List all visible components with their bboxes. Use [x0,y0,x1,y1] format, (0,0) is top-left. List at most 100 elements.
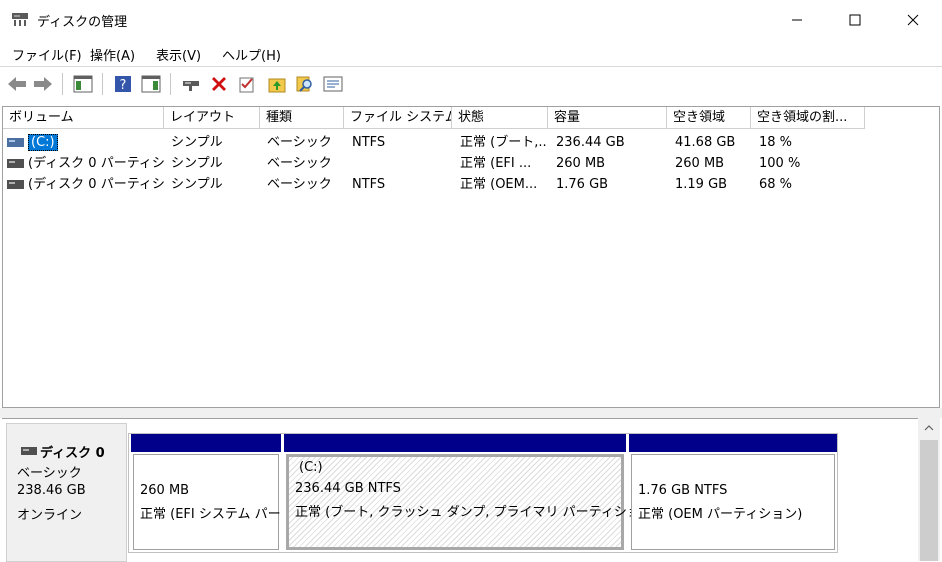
table-row[interactable]: (ディスク 0 パーティショ... シンプル ベーシック 正常 (EFI ...… [3,153,939,174]
cell-status: 正常 (ブート,... [460,135,548,150]
menu-action[interactable]: 操作(A) [90,45,135,64]
column-header-layout[interactable]: レイアウト [164,107,260,129]
window-title: ディスクの管理 [37,15,128,30]
cell-free-percent: 68 % [759,177,793,192]
cell-free-percent: 100 % [759,156,801,171]
menu-file[interactable]: ファイル(F) [12,45,82,64]
disk-map-scrollbar[interactable] [918,418,940,561]
cell-filesystem: NTFS [352,135,386,150]
disk-label-panel[interactable]: ディスク 0 ベーシック 238.46 GB オンライン [6,423,127,562]
cell-volume: (ディスク 0 パーティショ... [28,177,164,192]
title-bar: ディスクの管理 [0,0,942,40]
column-header-status[interactable]: 状態 [452,107,548,129]
cell-free-percent: 18 % [759,135,793,150]
column-header-free-percent[interactable]: 空き領域の割... [751,107,865,129]
partition-c[interactable]: (C:) 236.44 GB NTFS 正常 (ブート, クラッシュ ダンプ, … [284,434,658,552]
table-row[interactable]: (C:) シンプル ベーシック NTFS 正常 (ブート,... 236.44 … [3,132,939,153]
cell-status: 正常 (OEM... [460,177,538,192]
console-tree-icon [73,75,93,93]
volume-icon [7,180,24,189]
partition-body: 260 MB 正常 (EFI システム パー [133,454,280,550]
partition-bar [284,434,626,452]
properties-list-icon [323,76,343,92]
folder-up-button[interactable] [266,73,288,95]
properties-list-button[interactable] [322,73,344,95]
column-header-free-space[interactable]: 空き領域 [667,107,751,129]
forward-button[interactable] [32,73,54,95]
action-pane-button[interactable] [140,73,162,95]
maximize-button[interactable] [826,0,884,40]
cell-volume: (ディスク 0 パーティショ... [28,156,164,171]
search-folder-button[interactable] [294,73,316,95]
search-folder-icon [296,76,312,92]
volume-icon [7,138,24,147]
folder-up-icon [268,78,286,93]
partition-bar [131,434,281,452]
cell-type: ベーシック [267,177,332,192]
column-header-volume[interactable]: ボリューム [3,107,164,129]
chevron-up-icon [924,425,934,431]
partition-status: 正常 (OEM パーティション) [638,507,803,522]
cell-type: ベーシック [267,135,332,150]
disk-map-pane: ディスク 0 ベーシック 238.46 GB オンライン 260 MB 正常 (… [2,418,940,562]
selected-volume-label: (C:) [28,134,58,151]
volume-list[interactable]: ボリューム レイアウト 種類 ファイル システム 状態 容量 空き領域 空き領域… [2,106,940,408]
scroll-up-button[interactable] [918,418,940,438]
console-tree-button[interactable] [72,73,94,95]
partition-size: 1.76 GB NTFS [638,483,728,498]
cell-free-space: 1.19 GB [675,177,728,192]
partition-size: 236.44 GB NTFS [295,481,401,496]
minimize-button[interactable] [768,0,826,40]
back-icon [8,77,26,91]
partition-size: 260 MB [140,483,190,498]
cell-volume: (C:) [28,132,162,153]
minimize-icon [792,19,802,21]
cell-layout: シンプル [171,156,223,171]
column-header-capacity[interactable]: 容量 [548,107,667,129]
cell-status: 正常 (EFI ... [460,156,532,171]
close-button[interactable] [884,0,942,40]
partition-title: (C:) [299,460,323,475]
action-pane-icon [141,75,161,93]
partition-body-selected: (C:) 236.44 GB NTFS 正常 (ブート, クラッシュ ダンプ, … [286,454,658,550]
toolbar-separator [62,73,63,95]
cell-filesystem [352,153,452,174]
forward-icon [34,77,52,91]
cell-free-space: 260 MB [675,156,725,171]
column-header-filesystem[interactable]: ファイル システム [344,107,452,129]
cell-free-space: 41.68 GB [675,135,736,150]
check-icon [239,77,254,93]
partition-status: 正常 (ブート, クラッシュ ダンプ, プライマリ パーティション) [295,505,658,520]
partition-status: 正常 (EFI システム パー [140,507,280,522]
toolbar-separator [170,73,171,95]
cell-filesystem: NTFS [352,177,386,192]
delete-icon [212,77,226,91]
disk-management-app-icon [12,13,28,26]
menu-view[interactable]: 表示(V) [156,45,201,64]
partition-oem[interactable]: 1.76 GB NTFS 正常 (OEM パーティション) [629,434,837,552]
table-row[interactable]: (ディスク 0 パーティショ... シンプル ベーシック NTFS 正常 (OE… [3,174,939,195]
delete-button[interactable] [208,73,230,95]
cell-layout: シンプル [171,177,223,192]
partition-strip: 260 MB 正常 (EFI システム パー (C:) 236.44 GB NT… [128,433,838,553]
partition-efi[interactable]: 260 MB 正常 (EFI システム パー [131,434,281,552]
partition-body: 1.76 GB NTFS 正常 (OEM パーティション) [631,454,835,550]
cell-type: ベーシック [267,156,332,171]
disk-icon [21,447,37,455]
help-icon: ? [115,76,131,93]
check-button[interactable] [236,73,258,95]
help-button[interactable]: ? [112,73,134,95]
column-header-type[interactable]: 種類 [260,107,344,129]
scroll-thumb[interactable] [920,440,938,561]
partition-bar [629,434,837,452]
svg-text:?: ? [120,78,127,93]
back-button[interactable] [6,73,28,95]
disk-name-text: ディスク 0 [40,446,105,461]
menu-help[interactable]: ヘルプ(H) [222,45,281,64]
maximize-icon [849,14,861,26]
toolbar: ? [0,66,942,100]
connect-disk-button[interactable] [180,73,202,95]
pane-splitter[interactable] [0,408,942,418]
disk-size: 238.46 GB [17,483,86,498]
toolbar-separator [102,73,103,95]
